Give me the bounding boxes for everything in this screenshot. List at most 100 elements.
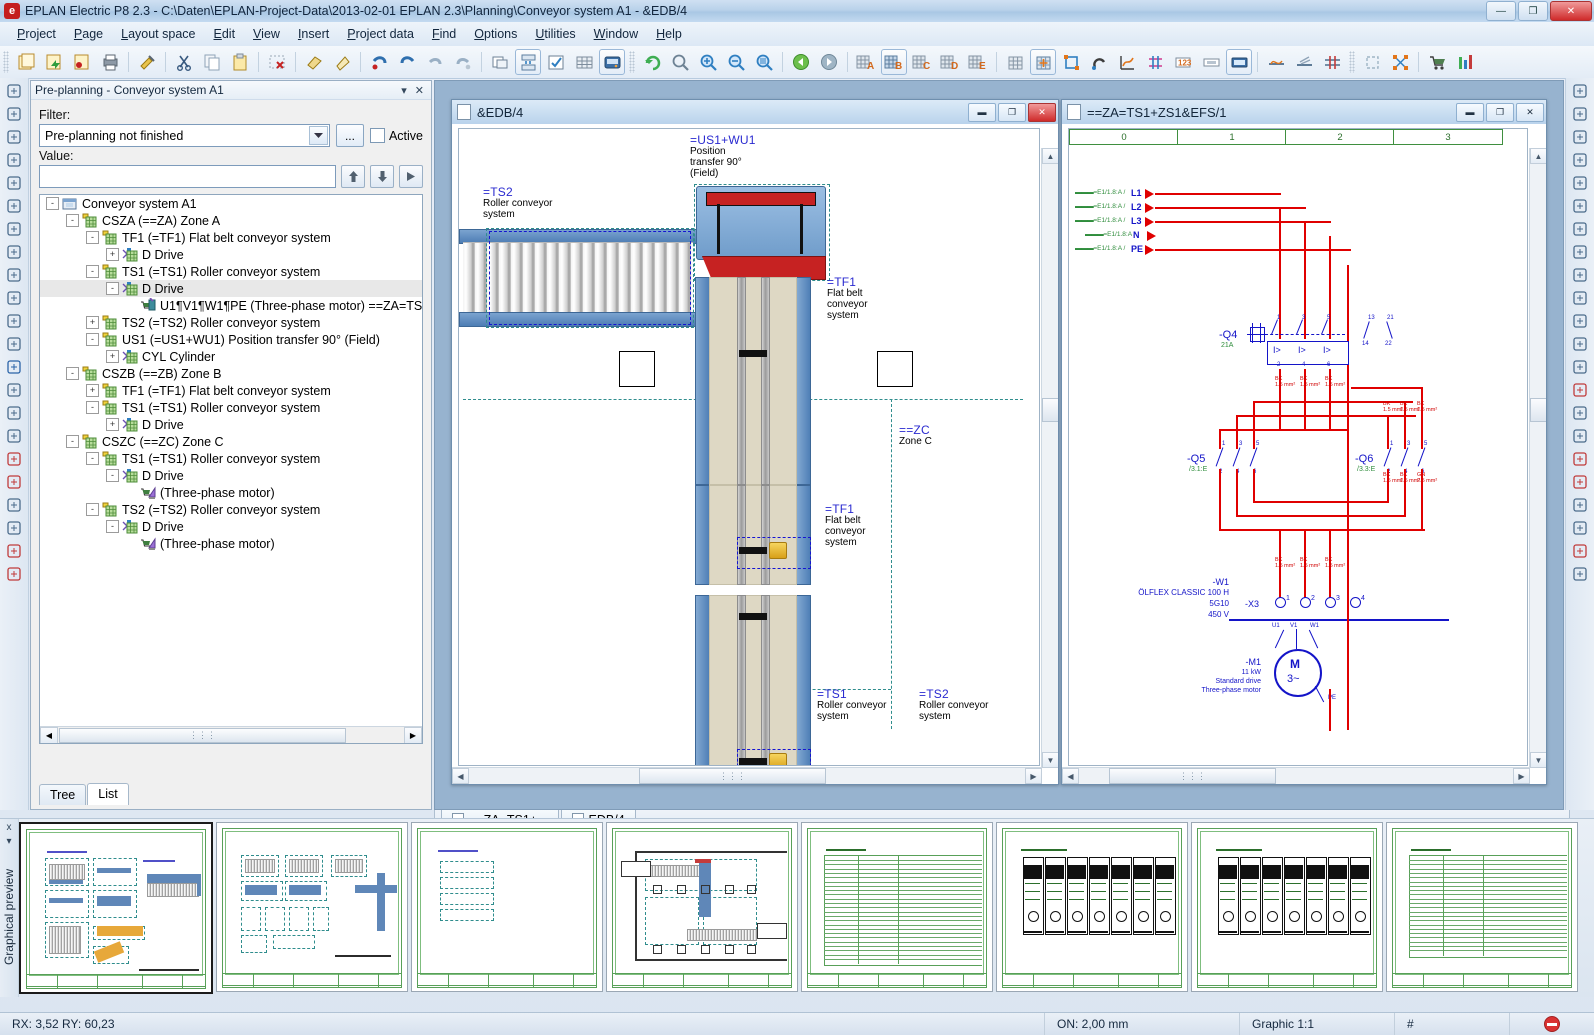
chart-icon[interactable] <box>4 541 24 561</box>
text-field-icon[interactable] <box>1198 49 1224 75</box>
terminal-icon[interactable] <box>4 449 24 469</box>
page-navigator-icon[interactable] <box>487 49 513 75</box>
redo-icon[interactable] <box>394 49 420 75</box>
grid-icon[interactable] <box>1002 49 1028 75</box>
numbering-icon[interactable]: 123 <box>1170 49 1196 75</box>
tree-node[interactable]: (Three-phase motor) <box>40 484 422 501</box>
status-grid[interactable]: ON: 2,00 mm <box>1044 1013 1240 1035</box>
schematic-restore-button[interactable]: ❐ <box>1486 103 1514 122</box>
tree-expander-collapse[interactable]: - <box>86 265 99 278</box>
line-icon[interactable] <box>4 104 24 124</box>
hatch-icon[interactable] <box>1570 380 1590 400</box>
layout-restore-button[interactable]: ❐ <box>998 103 1026 122</box>
device-navigator-icon[interactable] <box>515 49 541 75</box>
tree-expander-expand[interactable]: + <box>106 418 119 431</box>
tree-node[interactable]: -TS2 (=TS2) Roller conveyor system <box>40 501 422 518</box>
rotate-icon[interactable] <box>1570 127 1590 147</box>
preview-thumbnail[interactable] <box>216 822 408 992</box>
move-up-button[interactable] <box>341 165 365 188</box>
array-icon[interactable] <box>1570 265 1590 285</box>
tree-expander-expand[interactable]: + <box>86 384 99 397</box>
schematic-hscroll-thumb[interactable]: ⋮⋮⋮ <box>1109 768 1276 784</box>
zoom-window-icon[interactable] <box>667 49 693 75</box>
format-copy-icon[interactable] <box>301 49 327 75</box>
tree-expander-collapse[interactable]: - <box>66 435 79 448</box>
active-checkbox-row[interactable]: Active <box>370 128 423 143</box>
import-icon[interactable] <box>1570 495 1590 515</box>
preview-thumbnail[interactable] <box>606 822 798 992</box>
back-icon[interactable] <box>788 49 814 75</box>
layer-c-icon[interactable]: C <box>909 49 935 75</box>
menu-options[interactable]: Options <box>465 24 526 44</box>
open-project-icon[interactable] <box>41 49 67 75</box>
schematic-canvas[interactable]: 0123 ▬▬▬=E1/1.8:A / L1▬▬▬=E1/1.8:A / L2▬… <box>1068 128 1528 766</box>
schematic-horizontal-scrollbar[interactable]: ◀ ⋮⋮⋮ ▶ <box>1062 767 1530 784</box>
preview-thumbnail[interactable] <box>801 822 993 992</box>
menu-page[interactable]: Page <box>65 24 112 44</box>
tree-node[interactable]: +CYL Cylinder <box>40 348 422 365</box>
menu-layout-space[interactable]: Layout space <box>112 24 204 44</box>
layout-scroll-down-icon[interactable]: ▼ <box>1042 752 1058 768</box>
maximize-button[interactable]: ❐ <box>1518 1 1548 21</box>
schematic-close-button[interactable]: ✕ <box>1516 103 1544 122</box>
ruler-icon[interactable] <box>4 403 24 423</box>
schematic-scroll-down-icon[interactable]: ▼ <box>1530 752 1546 768</box>
tree-expander-collapse[interactable]: - <box>46 197 59 210</box>
layout-vertical-scrollbar[interactable]: ▲ ▼ <box>1041 148 1058 768</box>
apply-filter-button[interactable] <box>399 165 423 188</box>
zoom-fit-icon[interactable] <box>751 49 777 75</box>
navigator-tab-list[interactable]: List <box>87 783 128 805</box>
paste-icon[interactable] <box>227 49 253 75</box>
layout-horizontal-scrollbar[interactable]: ◀ ⋮⋮⋮ ▶ <box>452 767 1042 784</box>
undo-icon[interactable] <box>366 49 392 75</box>
tree-expander-expand[interactable]: + <box>86 316 99 329</box>
scroll-thumb[interactable]: ⋮⋮⋮ <box>59 728 346 743</box>
menu-project[interactable]: Project <box>8 24 65 44</box>
pen-icon[interactable] <box>4 380 24 400</box>
eye-icon[interactable] <box>4 311 24 331</box>
distribute-icon[interactable] <box>1570 334 1590 354</box>
parts-cart-icon[interactable] <box>1424 49 1450 75</box>
menu-window[interactable]: Window <box>585 24 647 44</box>
filter-combo[interactable]: Pre-planning not finished <box>39 124 330 147</box>
ellipse-icon[interactable] <box>4 219 24 239</box>
print-icon[interactable] <box>97 49 123 75</box>
tree-expander-collapse[interactable]: - <box>106 282 119 295</box>
layout-canvas[interactable]: =TS2 Roller conveyor system =US1+WU1 Pos… <box>458 128 1040 766</box>
print-area-icon[interactable] <box>1570 541 1590 561</box>
menu-help[interactable]: Help <box>647 24 691 44</box>
circle-icon[interactable] <box>4 196 24 216</box>
schematic-scroll-left-icon[interactable]: ◀ <box>1062 768 1079 784</box>
tree-expander-collapse[interactable]: - <box>66 214 79 227</box>
select-box-icon[interactable] <box>1359 49 1385 75</box>
export-icon[interactable] <box>1570 472 1590 492</box>
preview-thumbnail[interactable] <box>1191 822 1383 992</box>
tree-node[interactable]: +TS2 (=TS2) Roller conveyor system <box>40 314 422 331</box>
flat-belt-conveyor-tf1-mid1[interactable] <box>695 485 811 585</box>
new-project-icon[interactable] <box>13 49 39 75</box>
menu-view[interactable]: View <box>244 24 289 44</box>
move-down-button[interactable] <box>370 165 394 188</box>
mirror-icon[interactable] <box>1570 150 1590 170</box>
snap-to-grid-icon[interactable] <box>1030 49 1056 75</box>
close-project-icon[interactable] <box>69 49 95 75</box>
active-checkbox[interactable] <box>370 128 385 143</box>
object-snap-icon[interactable] <box>1058 49 1084 75</box>
tree-node[interactable]: -D Drive <box>40 280 422 297</box>
value-input[interactable] <box>39 165 336 188</box>
move-icon[interactable] <box>1570 104 1590 124</box>
delete-placement-icon[interactable] <box>264 49 290 75</box>
layout-hscroll-thumb[interactable]: ⋮⋮⋮ <box>639 768 826 784</box>
rectangle-icon[interactable] <box>4 150 24 170</box>
settings-wrench-icon[interactable] <box>134 49 160 75</box>
extend-icon[interactable] <box>1570 219 1590 239</box>
tree-node[interactable]: -TF1 (=TF1) Flat belt conveyor system <box>40 229 422 246</box>
schematic-vertical-scrollbar[interactable]: ▲ ▼ <box>1529 148 1546 768</box>
schematic-vscroll-thumb[interactable] <box>1530 398 1546 422</box>
report-icon[interactable] <box>1570 518 1590 538</box>
tree-expander-collapse[interactable]: - <box>86 401 99 414</box>
tree-node[interactable]: -CSZC (==ZC) Zone C <box>40 433 422 450</box>
clock-icon[interactable] <box>4 564 24 584</box>
terminal-tag-x3[interactable]: -X3 <box>1245 599 1259 609</box>
layout-scroll-right-icon[interactable]: ▶ <box>1025 768 1042 784</box>
